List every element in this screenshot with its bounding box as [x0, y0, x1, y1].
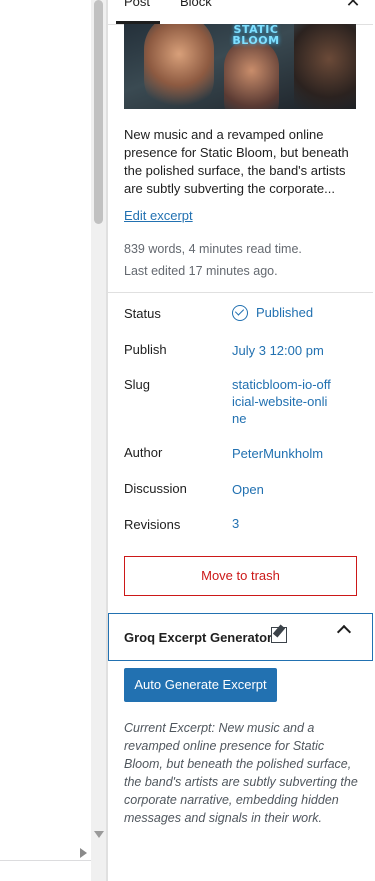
close-icon[interactable]: ✕ [343, 0, 363, 11]
move-to-trash-button[interactable]: Move to trash [124, 556, 357, 596]
last-edited: Last edited 17 minutes ago. [124, 264, 278, 278]
groq-excerpt-panel-header[interactable]: Groq Excerpt Generator [108, 613, 373, 661]
edit-icon [271, 627, 287, 643]
scroll-right-arrow-icon[interactable] [80, 848, 87, 858]
excerpt-preview: New music and a revamped online presence… [124, 127, 349, 196]
scroll-down-arrow-icon[interactable] [94, 831, 104, 838]
author-label: Author [124, 445, 163, 460]
featured-image[interactable]: STATIC BLOOM [124, 24, 356, 109]
auto-generate-excerpt-button[interactable]: Auto Generate Excerpt [124, 668, 277, 702]
publish-label: Publish [124, 342, 167, 357]
sidebar-tabs: Post Block ✕ [108, 0, 373, 25]
revisions-value[interactable]: 3 [232, 516, 239, 531]
settings-sidebar: Post Block ✕ STATIC BLOOM New music and … [107, 0, 373, 881]
canvas-divider [0, 860, 91, 861]
chevron-up-icon[interactable] [336, 624, 352, 640]
discussion-label: Discussion [124, 481, 187, 496]
word-count: 839 words, 4 minutes read time. [124, 242, 302, 256]
editor-canvas [0, 0, 91, 881]
slug-label: Slug [124, 377, 151, 392]
divider [108, 292, 373, 293]
tab-post[interactable]: Post [124, 0, 150, 9]
publish-date[interactable]: July 3 12:00 pm [232, 343, 324, 358]
editor-scrollbar[interactable] [91, 0, 107, 881]
tab-block[interactable]: Block [180, 0, 212, 9]
published-check-icon [232, 305, 248, 321]
featured-image-figure [294, 24, 356, 109]
current-excerpt-text: Current Excerpt: New music and a revampe… [124, 721, 358, 825]
author-value[interactable]: PeterMunkholm [232, 446, 323, 461]
slug-value[interactable]: staticbloom-io-official-website-online [232, 376, 332, 427]
panel-title: Groq Excerpt Generator [124, 630, 273, 645]
featured-image-figure [224, 39, 279, 109]
scrollbar-thumb[interactable] [94, 0, 103, 224]
status-value[interactable]: Published [256, 305, 313, 320]
status-label: Status [124, 306, 161, 321]
featured-image-figure [144, 24, 214, 109]
edit-excerpt-link[interactable]: Edit excerpt [124, 208, 193, 223]
revisions-label: Revisions [124, 517, 181, 532]
featured-image-title: STATIC BLOOM [232, 24, 280, 47]
discussion-value[interactable]: Open [232, 482, 264, 497]
